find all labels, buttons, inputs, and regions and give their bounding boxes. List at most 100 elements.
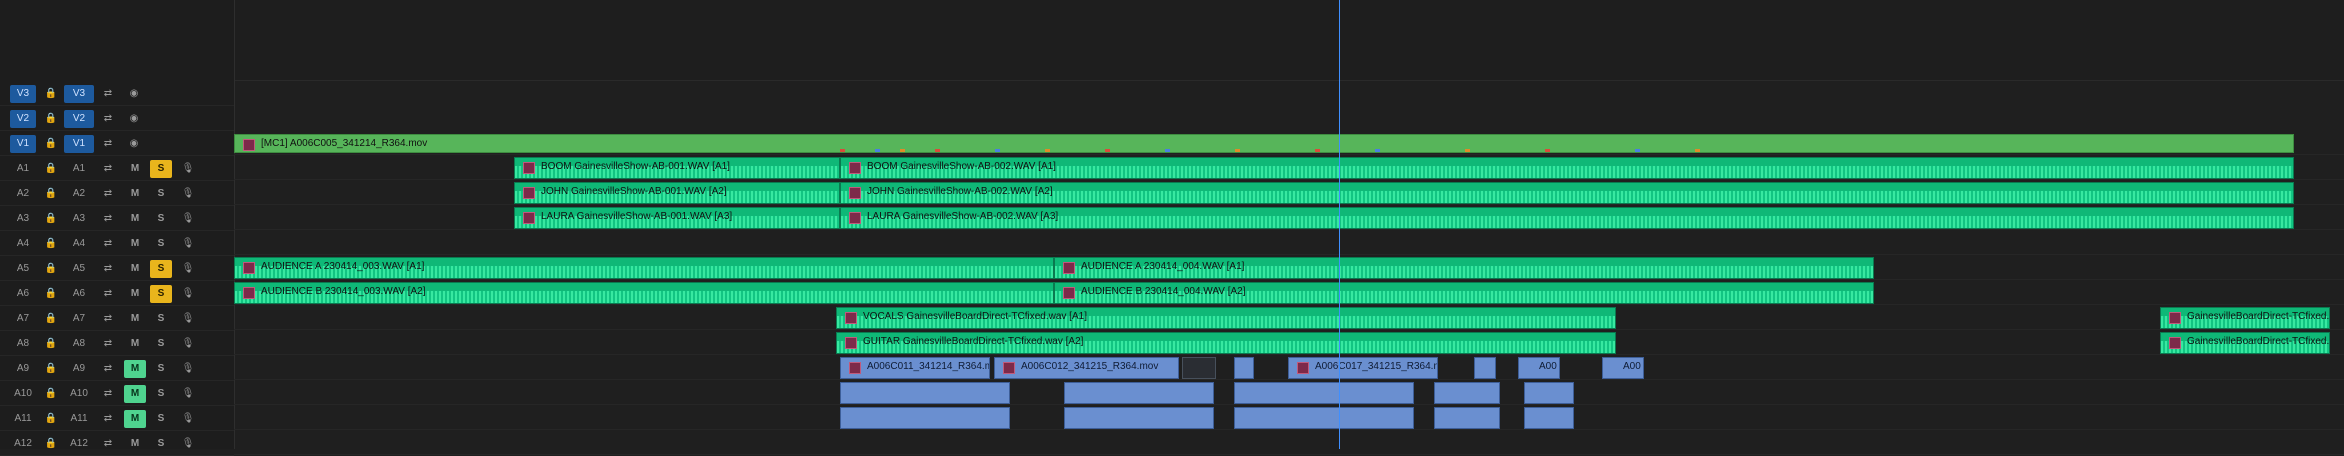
time-ruler[interactable]	[234, 0, 2344, 81]
audio-clip[interactable]: JOHN GainesvilleShow-AB-002.WAV [A2]	[840, 182, 2294, 204]
audio-clip[interactable]: AUDIENCE A 230414_004.WAV [A1]	[1054, 257, 1874, 279]
playhead[interactable]	[1339, 0, 1340, 449]
sync-lock-icon[interactable]: ⇄	[100, 260, 116, 278]
microphone-icon[interactable]: 🎙	[180, 360, 196, 378]
mute-button[interactable]: M	[124, 210, 146, 228]
source-patch-a5[interactable]: A5	[10, 260, 36, 278]
mute-button[interactable]: M	[124, 185, 146, 203]
lock-icon[interactable]: 🔒	[44, 160, 58, 178]
source-patch-a7[interactable]: A7	[10, 310, 36, 328]
audio-clip[interactable]: GainesvilleBoardDirect-TCfixed.wa	[2160, 307, 2330, 329]
source-patch-a4[interactable]: A4	[10, 235, 36, 253]
sync-lock-icon[interactable]: ⇄	[100, 310, 116, 328]
lock-icon[interactable]: 🔒	[44, 210, 58, 228]
solo-button[interactable]: S	[150, 335, 172, 353]
microphone-icon[interactable]: 🎙	[180, 260, 196, 278]
sync-lock-icon[interactable]: ⇄	[100, 360, 116, 378]
sync-lock-icon[interactable]: ⇄	[100, 285, 116, 303]
lock-icon[interactable]: 🔒	[44, 385, 58, 403]
solo-button[interactable]: S	[150, 360, 172, 378]
nested-audio-clip[interactable]	[1182, 357, 1216, 379]
microphone-icon[interactable]: 🎙	[180, 235, 196, 253]
lock-icon[interactable]: 🔒	[44, 260, 58, 278]
lock-icon[interactable]: 🔒	[44, 135, 58, 153]
source-patch-a8[interactable]: A8	[10, 335, 36, 353]
microphone-icon[interactable]: 🎙	[180, 410, 196, 428]
microphone-icon[interactable]: 🎙	[180, 435, 196, 453]
solo-button[interactable]: S	[150, 235, 172, 253]
lock-icon[interactable]: 🔒	[44, 360, 58, 378]
mute-button[interactable]: M	[124, 360, 146, 378]
nested-audio-clip[interactable]: A00	[1602, 357, 1644, 379]
nested-audio-clip[interactable]	[1524, 407, 1574, 429]
solo-button[interactable]: S	[150, 260, 172, 278]
solo-button[interactable]: S	[150, 160, 172, 178]
source-patch-a10[interactable]: A10	[10, 385, 36, 403]
audio-clip[interactable]: JOHN GainesvilleShow-AB-001.WAV [A2]	[514, 182, 840, 204]
nested-audio-clip[interactable]	[1524, 382, 1574, 404]
source-patch-a11[interactable]: A11	[10, 410, 36, 428]
solo-button[interactable]: S	[150, 285, 172, 303]
microphone-icon[interactable]: 🎙	[180, 310, 196, 328]
lock-icon[interactable]: 🔒	[44, 235, 58, 253]
sync-lock-icon[interactable]: ⇄	[100, 185, 116, 203]
nested-audio-clip[interactable]	[1234, 357, 1254, 379]
mute-button[interactable]: M	[124, 260, 146, 278]
source-patch-a6[interactable]: A6	[10, 285, 36, 303]
nested-audio-clip[interactable]: A006C012_341215_R364.mov	[994, 357, 1179, 379]
mute-button[interactable]: M	[124, 285, 146, 303]
track-target-a10[interactable]: A10	[64, 385, 94, 403]
track-target-a1[interactable]: A1	[64, 160, 94, 178]
solo-button[interactable]: S	[150, 385, 172, 403]
lock-icon[interactable]: 🔒	[44, 285, 58, 303]
source-patch-a12[interactable]: A12	[10, 435, 36, 453]
nested-audio-clip[interactable]	[1064, 407, 1214, 429]
eye-icon[interactable]: ◉	[126, 85, 142, 103]
source-patch-v2[interactable]: V2	[10, 110, 36, 128]
nested-audio-clip[interactable]	[1434, 382, 1500, 404]
lock-icon[interactable]: 🔒	[44, 310, 58, 328]
sync-lock-icon[interactable]: ⇄	[100, 235, 116, 253]
nested-audio-clip[interactable]	[840, 407, 1010, 429]
track-target-a3[interactable]: A3	[64, 210, 94, 228]
sync-lock-icon[interactable]: ⇄	[100, 135, 116, 153]
nested-audio-clip[interactable]	[1234, 407, 1414, 429]
lock-icon[interactable]: 🔒	[44, 435, 58, 453]
track-target-a8[interactable]: A8	[64, 335, 94, 353]
mute-button[interactable]: M	[124, 310, 146, 328]
track-target-a6[interactable]: A6	[64, 285, 94, 303]
lock-icon[interactable]: 🔒	[44, 410, 58, 428]
audio-clip[interactable]: LAURA GainesvilleShow-AB-002.WAV [A3]	[840, 207, 2294, 229]
lock-icon[interactable]: 🔒	[44, 185, 58, 203]
track-target-a11[interactable]: A11	[64, 410, 94, 428]
track-target-a5[interactable]: A5	[64, 260, 94, 278]
video-clip-mc1[interactable]: [MC1] A006C005_341214_R364.mov	[234, 134, 2294, 153]
track-target-v2[interactable]: V2	[64, 110, 94, 128]
track-target-v1[interactable]: V1	[64, 135, 94, 153]
audio-clip[interactable]: VOCALS GainesvilleBoardDirect-TCfixed.wa…	[836, 307, 1616, 329]
track-target-a4[interactable]: A4	[64, 235, 94, 253]
nested-audio-clip[interactable]	[1474, 357, 1496, 379]
nested-audio-clip[interactable]: A00	[1518, 357, 1560, 379]
nested-audio-clip[interactable]	[1234, 382, 1414, 404]
sync-lock-icon[interactable]: ⇄	[100, 335, 116, 353]
microphone-icon[interactable]: 🎙	[180, 210, 196, 228]
source-patch-a3[interactable]: A3	[10, 210, 36, 228]
solo-button[interactable]: S	[150, 210, 172, 228]
eye-icon[interactable]: ◉	[126, 110, 142, 128]
audio-clip[interactable]: AUDIENCE B 230414_003.WAV [A2]	[234, 282, 1054, 304]
eye-icon[interactable]: ◉	[126, 135, 142, 153]
source-patch-v1[interactable]: V1	[10, 135, 36, 153]
sync-lock-icon[interactable]: ⇄	[100, 410, 116, 428]
lock-icon[interactable]: 🔒	[44, 85, 58, 103]
nested-audio-clip[interactable]	[840, 382, 1010, 404]
source-patch-v3[interactable]: V3	[10, 85, 36, 103]
microphone-icon[interactable]: 🎙	[180, 160, 196, 178]
sync-lock-icon[interactable]: ⇄	[100, 160, 116, 178]
microphone-icon[interactable]: 🎙	[180, 385, 196, 403]
nested-audio-clip[interactable]	[1434, 407, 1500, 429]
mute-button[interactable]: M	[124, 385, 146, 403]
source-patch-a1[interactable]: A1	[10, 160, 36, 178]
nested-audio-clip[interactable]	[1064, 382, 1214, 404]
mute-button[interactable]: M	[124, 335, 146, 353]
